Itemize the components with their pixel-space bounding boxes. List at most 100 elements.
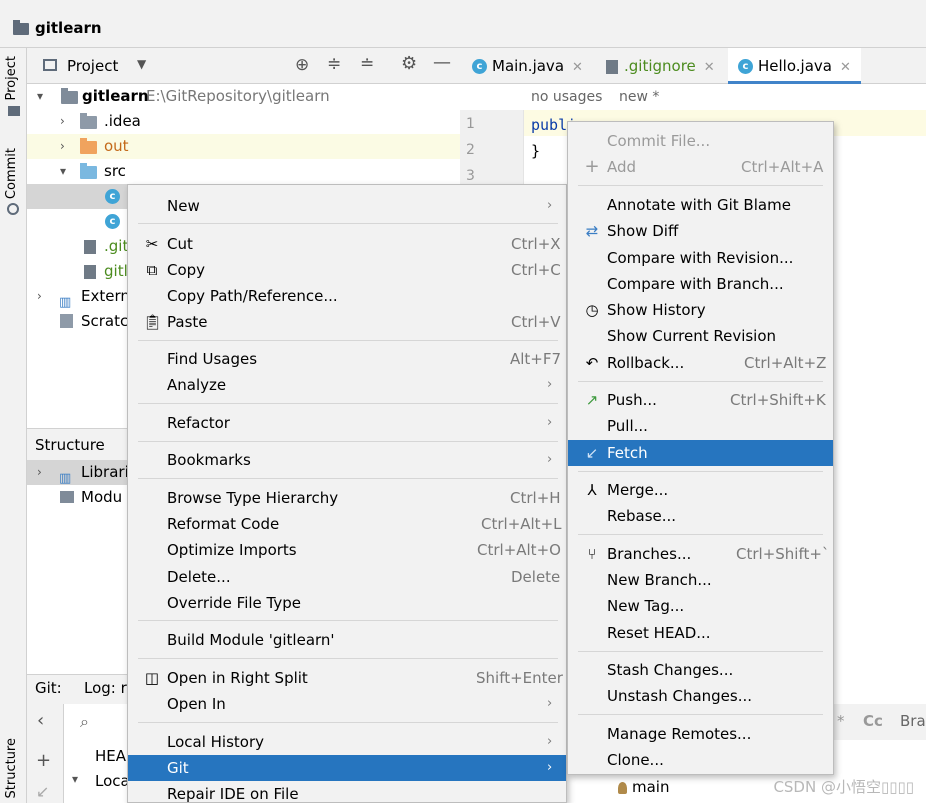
menu-item-compare-revision[interactable]: Compare with Revision... xyxy=(568,245,833,271)
menu-separator xyxy=(578,471,823,472)
tree-row-main[interactable]: c xyxy=(27,209,127,234)
menu-item-pull[interactable]: Pull... xyxy=(568,413,833,439)
menu-item-override-file-type[interactable]: Override File Type xyxy=(128,590,566,616)
menu-item-build-module[interactable]: Build Module 'gitlearn' xyxy=(128,627,566,653)
menu-item-manage-remotes[interactable]: Manage Remotes... xyxy=(568,721,833,747)
menu-item-git[interactable]: Git › xyxy=(128,755,566,781)
tab-structure[interactable]: Structure xyxy=(4,738,19,798)
tab-gitignore[interactable]: .gitignore ✕ xyxy=(606,48,715,84)
menu-item-cut[interactable]: ✂ Cut Ctrl+X xyxy=(128,231,566,257)
gear-icon[interactable]: ⚙ xyxy=(401,53,417,74)
tree-row-hello-selected[interactable]: c xyxy=(27,184,127,209)
close-icon[interactable]: ✕ xyxy=(704,60,715,75)
plus-icon[interactable]: + xyxy=(36,750,51,771)
menu-item-paste[interactable]: 📋︎ Paste Ctrl+V xyxy=(128,309,566,335)
structure-item[interactable]: › ▥ Librari xyxy=(27,460,129,486)
menu-item-show-diff[interactable]: ⇄ Show Diff xyxy=(568,218,833,244)
menu-item-reformat-code[interactable]: Reformat Code Ctrl+Alt+L xyxy=(128,511,566,537)
chevron-right-icon[interactable]: › xyxy=(60,109,65,134)
menu-item-analyze[interactable]: Analyze › xyxy=(128,372,566,398)
menu-item-fetch[interactable]: ↙ Fetch xyxy=(568,440,833,466)
line-number-gutter: 1 2 3 xyxy=(460,110,524,184)
author-hint[interactable]: new * xyxy=(619,89,659,105)
tab-project[interactable]: Project xyxy=(4,56,19,100)
menu-item-push[interactable]: ↗ Push... Ctrl+Shift+K xyxy=(568,387,833,413)
log-tab[interactable]: Log: r xyxy=(84,679,127,697)
menu-item-merge[interactable]: ⅄ Merge... xyxy=(568,477,833,503)
menu-item-rollback[interactable]: ↶ Rollback... Ctrl+Alt+Z xyxy=(568,350,833,376)
menu-item-copy[interactable]: ⧉ Copy Ctrl+C xyxy=(128,257,566,283)
close-icon[interactable]: ✕ xyxy=(572,60,583,75)
tree-row-scratches[interactable]: Scratc xyxy=(27,309,128,334)
collapse-all-icon[interactable]: ≐ xyxy=(360,54,374,74)
tree-row-external-libraries[interactable]: › ▥ Extern xyxy=(27,284,130,310)
menu-item-new[interactable]: New › xyxy=(128,193,566,219)
tree-row-gitignore[interactable]: .git xyxy=(27,234,128,259)
menu-item-browse-type-hierarchy[interactable]: Browse Type Hierarchy Ctrl+H xyxy=(128,485,566,511)
push-arrow-icon: ↗ xyxy=(585,391,599,409)
tab-main-java[interactable]: c Main.java ✕ xyxy=(472,48,583,84)
menu-item-new-tag[interactable]: New Tag... xyxy=(568,593,833,619)
chevron-right-icon[interactable]: › xyxy=(37,460,42,485)
regex-toggle[interactable]: * xyxy=(837,712,845,730)
menu-item-branches[interactable]: ⑂ Branches... Ctrl+Shift+` xyxy=(568,541,833,567)
tree-row-root[interactable]: ▾ gitlearn E:\GitRepository\gitlearn xyxy=(27,84,460,109)
class-icon: c xyxy=(472,59,487,74)
menu-item-new-branch[interactable]: New Branch... xyxy=(568,567,833,593)
branch-filter[interactable]: Bra xyxy=(900,712,926,730)
minimize-icon[interactable]: — xyxy=(433,52,451,73)
menu-item-delete[interactable]: Delete... Delete xyxy=(128,564,566,590)
project-name[interactable]: gitlearn xyxy=(35,19,102,37)
search-icon[interactable]: ⌕ xyxy=(80,712,89,732)
branch-list: main xyxy=(566,774,766,803)
local-item[interactable]: Loca xyxy=(95,772,130,790)
menu-item-show-history[interactable]: ◷ Show History xyxy=(568,297,833,323)
menu-item-refactor[interactable]: Refactor › xyxy=(128,410,566,436)
chevron-left-icon[interactable]: ‹ xyxy=(37,710,44,731)
tree-row-iml[interactable]: gitl xyxy=(27,259,128,284)
menu-item-open-in[interactable]: Open In › xyxy=(128,691,566,717)
menu-item-rebase[interactable]: Rebase... xyxy=(568,503,833,529)
menu-item-find-usages[interactable]: Find Usages Alt+F7 xyxy=(128,346,566,372)
expand-all-icon[interactable]: ≑ xyxy=(327,54,341,74)
menu-item-commit-file[interactable]: Commit File... xyxy=(568,128,833,154)
structure-item[interactable]: Modu xyxy=(27,485,127,510)
project-panel-title[interactable]: Project xyxy=(67,57,118,75)
menu-item-clone[interactable]: Clone... xyxy=(568,747,833,773)
usages-hint[interactable]: no usages xyxy=(531,89,602,105)
tree-row-idea[interactable]: › .idea xyxy=(27,109,460,134)
menu-item-annotate[interactable]: Annotate with Git Blame xyxy=(568,192,833,218)
match-case-toggle[interactable]: Cc xyxy=(863,712,883,730)
menu-item-compare-branch[interactable]: Compare with Branch... xyxy=(568,271,833,297)
arrow-icon[interactable]: ↙ xyxy=(36,782,49,801)
locate-icon[interactable]: ⊕ xyxy=(295,55,309,75)
source-folder-icon xyxy=(80,163,97,179)
menu-separator xyxy=(138,223,558,224)
menu-item-local-history[interactable]: Local History › xyxy=(128,729,566,755)
chevron-down-icon[interactable]: ▾ xyxy=(37,84,43,109)
menu-item-copy-path[interactable]: Copy Path/Reference... xyxy=(128,283,566,309)
menu-item-repair-ide[interactable]: Repair IDE on File xyxy=(128,781,566,803)
tree-row-src[interactable]: ▾ src xyxy=(27,159,460,184)
chevron-right-icon[interactable]: › xyxy=(37,284,42,309)
tab-hello-java[interactable]: c Hello.java ✕ xyxy=(728,48,861,84)
menu-item-reset-head[interactable]: Reset HEAD... xyxy=(568,620,833,646)
menu-item-optimize-imports[interactable]: Optimize Imports Ctrl+Alt+O xyxy=(128,537,566,563)
menu-item-bookmarks[interactable]: Bookmarks › xyxy=(128,447,566,473)
tab-commit[interactable]: Commit xyxy=(4,148,19,199)
menu-item-unstash[interactable]: Unstash Changes... xyxy=(568,683,833,709)
chevron-down-icon[interactable]: ▾ xyxy=(60,159,66,184)
chevron-down-icon[interactable]: ▾ xyxy=(72,772,78,786)
file-icon xyxy=(84,240,96,254)
tree-row-out[interactable]: › out xyxy=(27,134,460,159)
menu-item-stash[interactable]: Stash Changes... xyxy=(568,657,833,683)
branch-main[interactable]: main xyxy=(632,778,669,796)
chevron-right-icon[interactable]: › xyxy=(60,134,65,159)
chevron-down-icon[interactable]: ▼ xyxy=(137,57,146,71)
menu-item-open-right-split[interactable]: ◫ Open in Right Split Shift+Enter xyxy=(128,665,566,691)
close-icon[interactable]: ✕ xyxy=(840,60,851,75)
head-item[interactable]: HEA xyxy=(95,747,126,765)
line-number: 1 xyxy=(466,116,475,132)
menu-item-show-current-revision[interactable]: Show Current Revision xyxy=(568,323,833,349)
menu-item-add[interactable]: + Add Ctrl+Alt+A xyxy=(568,154,833,180)
